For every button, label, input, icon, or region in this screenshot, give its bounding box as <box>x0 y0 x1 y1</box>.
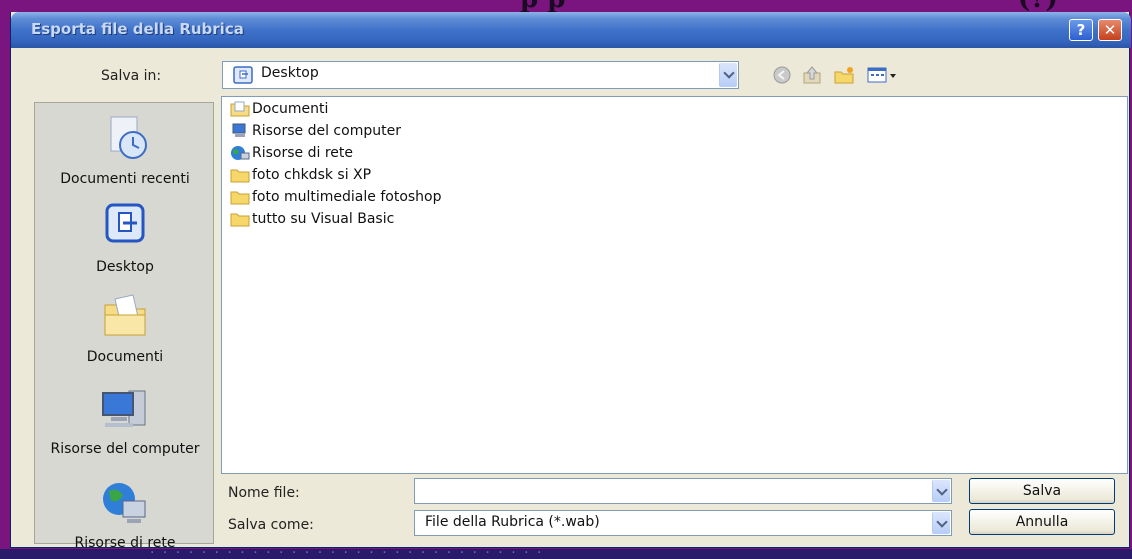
desktop-icon <box>105 203 145 243</box>
list-item[interactable]: foto multimediale fotoshop <box>230 189 442 209</box>
save-in-value: Desktop <box>261 65 319 81</box>
up-folder-icon[interactable] <box>801 65 823 85</box>
title-bar[interactable]: Esporta file della Rubrica ? ✕ <box>11 12 1131 48</box>
my-documents-icon <box>104 294 146 336</box>
place-my-documents[interactable]: Documenti <box>35 291 215 365</box>
file-name: foto multimediale fotoshop <box>252 189 442 205</box>
file-name: foto chkdsk si XP <box>252 167 372 183</box>
network-icon <box>103 483 146 523</box>
close-button[interactable]: ✕ <box>1098 19 1122 41</box>
list-item[interactable]: tutto su Visual Basic <box>230 211 394 231</box>
file-list[interactable]: Documenti Risorse del computer Risorse d… <box>221 96 1128 474</box>
savetype-value: File della Rubrica (*.wab) <box>425 514 600 530</box>
save-in-select[interactable]: Desktop <box>222 61 739 89</box>
list-item[interactable]: Risorse di rete <box>230 145 353 165</box>
file-name: tutto su Visual Basic <box>252 211 395 227</box>
new-folder-icon[interactable] <box>833 65 855 85</box>
view-menu-icon[interactable] <box>867 65 899 85</box>
place-network[interactable]: Risorse di rete <box>35 477 215 551</box>
save-button[interactable]: Salva <box>969 478 1115 504</box>
place-label: Documenti <box>86 349 164 365</box>
back-icon[interactable] <box>771 65 793 85</box>
save-dialog: Esporta file della Rubrica ? ✕ Salva in:… <box>10 12 1131 551</box>
list-item[interactable]: Documenti <box>230 101 328 121</box>
chevron-down-icon[interactable] <box>719 63 737 87</box>
place-label: Risorse di rete <box>74 535 176 551</box>
file-name: Risorse del computer <box>252 123 401 139</box>
place-desktop[interactable]: Desktop <box>35 201 215 275</box>
filename-label: Nome file: <box>228 485 300 501</box>
desktop-icon <box>233 66 253 84</box>
place-label: Desktop <box>96 259 154 275</box>
savetype-label: Salva come: <box>228 517 314 533</box>
file-name: Risorse di rete <box>252 145 353 161</box>
file-name: Documenti <box>252 101 329 117</box>
folder-icon <box>230 191 250 205</box>
recent-documents-icon <box>110 116 147 159</box>
window-title: Esporta file della Rubrica <box>31 20 244 38</box>
filename-input[interactable] <box>414 478 952 504</box>
background-document-text: p p (?) <box>0 0 1132 14</box>
list-item[interactable]: foto chkdsk si XP <box>230 167 371 187</box>
my-documents-icon <box>230 101 250 117</box>
place-recent-documents[interactable]: Documenti recenti <box>35 113 215 187</box>
place-my-computer[interactable]: Risorse del computer <box>35 383 215 457</box>
help-button[interactable]: ? <box>1069 19 1093 41</box>
folder-icon <box>230 213 250 227</box>
savetype-select[interactable]: File della Rubrica (*.wab) <box>414 510 952 536</box>
chevron-down-icon[interactable] <box>932 480 950 502</box>
chevron-down-icon[interactable] <box>932 512 950 534</box>
place-label: Documenti recenti <box>60 171 190 187</box>
my-computer-icon <box>232 123 246 137</box>
places-bar: Documenti recenti Desktop Documenti Riso… <box>34 102 215 551</box>
my-computer-icon <box>102 390 146 427</box>
save-in-label: Salva in: <box>101 68 162 84</box>
place-label: Risorse del computer <box>50 441 200 457</box>
cancel-button[interactable]: Annulla <box>969 509 1115 535</box>
folder-icon <box>230 169 250 183</box>
list-item[interactable]: Risorse del computer <box>230 123 401 143</box>
network-icon <box>231 146 250 160</box>
